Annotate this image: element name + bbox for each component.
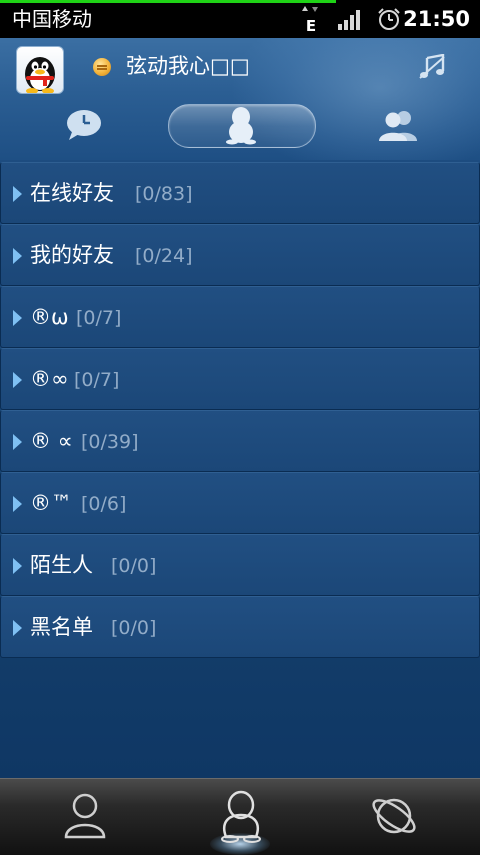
expand-arrow-icon [13,434,22,450]
group-name: ®™ [30,491,72,515]
group-count: [0/83] [135,183,193,205]
expand-arrow-icon [13,620,22,636]
expand-arrow-icon [13,496,22,512]
group-count: [0/39] [81,431,139,453]
tab-groups[interactable] [352,100,442,158]
penguin-icon [226,107,256,145]
group-count: [0/7] [74,369,120,391]
clock-time: 21:50 [403,7,470,31]
carrier-name: 中国移动 [12,7,92,31]
nav-contacts[interactable] [26,779,146,855]
tab-friends[interactable] [168,100,316,158]
nav-qzone[interactable] [334,779,454,855]
chat-clock-icon [67,110,101,140]
user-nickname: 弦动我心□□ [126,54,250,78]
status-bar: 中国移动 E 21:50 [0,0,480,38]
friend-group-list: 在线好友 [0/83] 我的好友 [0/24] ®ω [0/7] ®∞ [0/7… [0,160,480,778]
expand-arrow-icon [13,310,22,326]
expand-arrow-icon [13,558,22,574]
group-name: ® ∝ [30,429,73,453]
expand-arrow-icon [13,186,22,202]
busy-status-icon[interactable] [93,58,111,76]
signal-progress-bar [0,0,336,3]
group-row[interactable]: ®∞ [0/7] [0,348,480,410]
network-type-label: E [306,17,316,33]
group-name: ®∞ [30,367,69,391]
music-icon[interactable] [418,54,446,80]
expand-arrow-icon [13,372,22,388]
group-row[interactable]: ® ∝ [0/39] [0,410,480,472]
penguin-icon [221,790,261,843]
people-icon [379,111,417,141]
group-name: 陌生人 [30,553,93,577]
expand-arrow-icon [13,248,22,264]
group-row[interactable]: 陌生人 [0/0] [0,534,480,596]
app-header: 弦动我心□□ [0,38,480,160]
group-count: [0/7] [76,307,122,329]
group-name: ®ω [30,305,69,329]
tab-recent-chats[interactable] [40,100,130,158]
group-row[interactable]: 黑名单 [0/0] [0,596,480,658]
group-row[interactable]: 在线好友 [0/83] [0,162,480,224]
group-name: 在线好友 [30,181,114,205]
penguin-avatar-icon [25,57,55,93]
bottom-navigation-bar [0,778,480,855]
qq-penguin-avatar[interactable] [16,46,64,94]
group-row[interactable]: ®™ [0/6] [0,472,480,534]
signal-strength-icon [338,10,360,30]
group-count: [0/0] [111,555,157,577]
group-name: 我的好友 [30,243,114,267]
group-count: [0/0] [111,617,157,639]
group-count: [0/6] [81,493,127,515]
edge-network-icon: E [302,6,318,33]
main-tab-strip [0,100,480,158]
planet-ring-icon [372,798,416,834]
person-icon [64,793,106,839]
group-name: 黑名单 [30,615,93,639]
nav-buddies[interactable] [180,779,300,855]
group-row[interactable]: 我的好友 [0/24] [0,224,480,286]
group-count: [0/24] [135,245,193,267]
group-row[interactable]: ®ω [0/7] [0,286,480,348]
alarm-clock-icon [378,8,400,30]
